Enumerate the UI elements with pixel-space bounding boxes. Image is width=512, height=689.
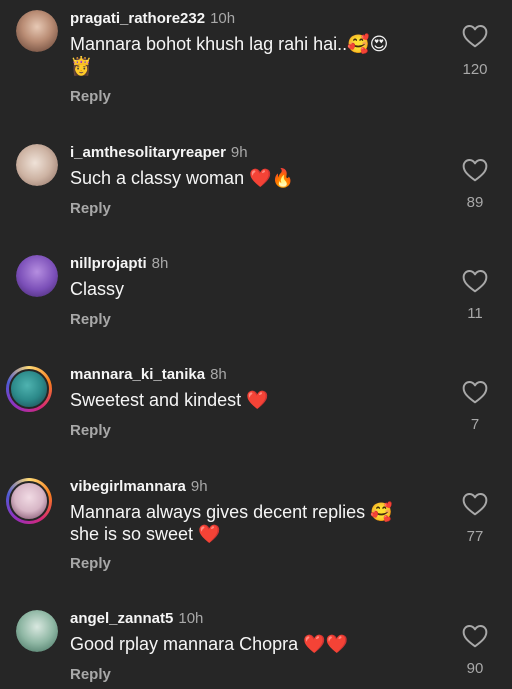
like-count: 7 bbox=[470, 416, 480, 433]
comment-timestamp: 10h bbox=[210, 10, 236, 27]
comment-username[interactable]: vibegirlmannara bbox=[70, 478, 186, 495]
like-button[interactable] bbox=[462, 624, 490, 650]
comment-text: Mannara always gives decent replies 🥰 she… bbox=[70, 502, 393, 544]
heart-outline-icon bbox=[462, 25, 488, 48]
comment-text: Mannara bohot khush lag rahi hai..🥰😍 👸 bbox=[70, 34, 389, 76]
comment-timestamp: 9h bbox=[230, 144, 248, 161]
like-count: 90 bbox=[466, 660, 484, 677]
reply-button[interactable]: Reply bbox=[70, 422, 111, 439]
comment-username[interactable]: angel_zannat5 bbox=[70, 610, 173, 627]
comment-username[interactable]: pragati_rathore232 bbox=[70, 10, 205, 27]
reply-button[interactable]: Reply bbox=[70, 88, 111, 105]
like-button[interactable] bbox=[462, 380, 490, 406]
comment-timestamp: 8h bbox=[151, 255, 169, 272]
reply-button[interactable]: Reply bbox=[70, 555, 111, 572]
like-count: 89 bbox=[466, 194, 484, 211]
avatar[interactable] bbox=[6, 478, 52, 524]
heart-outline-icon bbox=[462, 159, 488, 182]
heart-outline-icon bbox=[462, 625, 488, 648]
reply-button[interactable]: Reply bbox=[70, 200, 111, 217]
like-count: 120 bbox=[462, 61, 488, 78]
heart-outline-icon bbox=[462, 381, 488, 404]
avatar[interactable] bbox=[16, 144, 58, 186]
like-count: 77 bbox=[466, 528, 484, 545]
comment-text: Sweetest and kindest ❤️ bbox=[70, 390, 269, 410]
heart-outline-icon bbox=[462, 493, 488, 516]
like-button[interactable] bbox=[462, 158, 490, 184]
like-button[interactable] bbox=[462, 269, 490, 295]
heart-outline-icon bbox=[462, 270, 488, 293]
comment-username[interactable]: nillprojapti bbox=[70, 255, 147, 272]
comment-timestamp: 9h bbox=[190, 478, 208, 495]
comment-username[interactable]: i_amthesolitaryreaper bbox=[70, 144, 226, 161]
comment-text: Good rplay mannara Chopra ❤️❤️ bbox=[70, 634, 348, 654]
avatar[interactable] bbox=[6, 366, 52, 412]
avatar[interactable] bbox=[16, 255, 58, 297]
avatar[interactable] bbox=[16, 610, 58, 652]
avatar[interactable] bbox=[16, 10, 58, 52]
like-count: 11 bbox=[467, 305, 483, 322]
comment-text: Classy bbox=[70, 279, 125, 299]
comment-username[interactable]: mannara_ki_tanika bbox=[70, 366, 205, 383]
like-button[interactable] bbox=[462, 492, 490, 518]
like-button[interactable] bbox=[462, 24, 490, 50]
comment-timestamp: 8h bbox=[210, 366, 227, 383]
reply-button[interactable]: Reply bbox=[70, 666, 111, 683]
comment-timestamp: 10h bbox=[178, 610, 204, 627]
comment-text: Such a classy woman ❤️🔥 bbox=[70, 168, 294, 188]
reply-button[interactable]: Reply bbox=[70, 311, 111, 328]
